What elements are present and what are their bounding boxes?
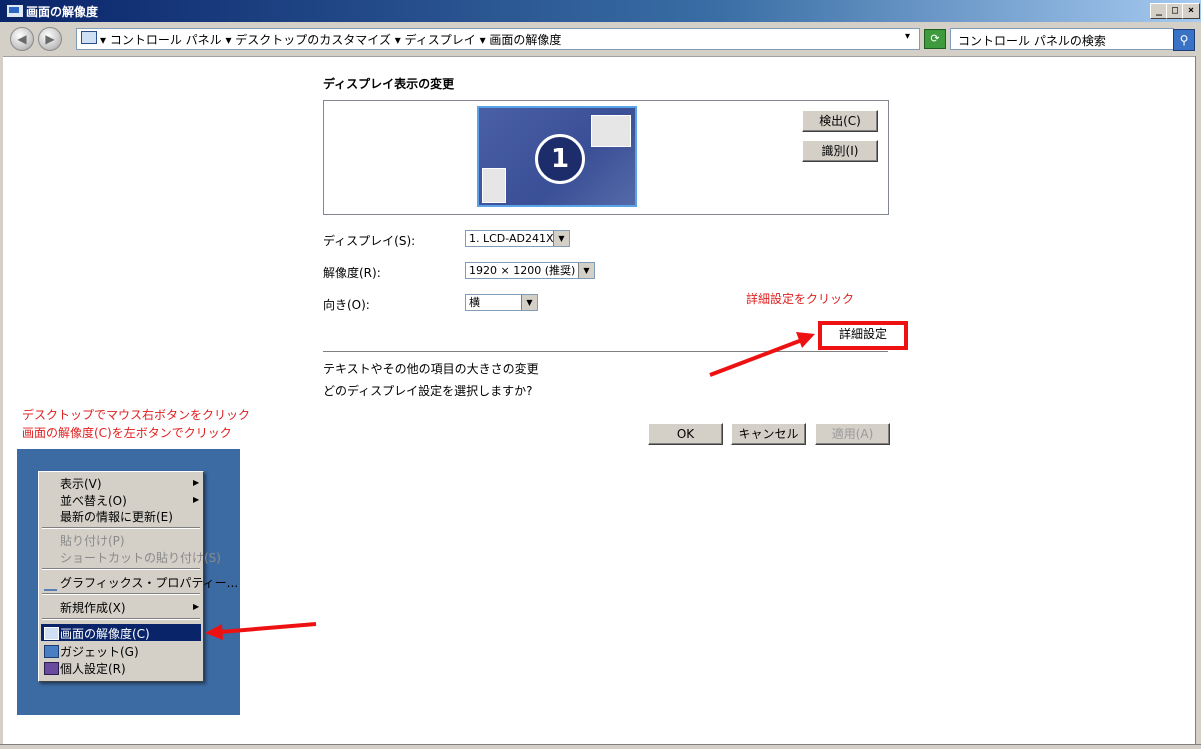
arrow-to-advanced-settings	[709, 332, 815, 377]
arrow-to-screen-resolution	[205, 622, 317, 640]
annotation-arrows	[205, 332, 815, 640]
